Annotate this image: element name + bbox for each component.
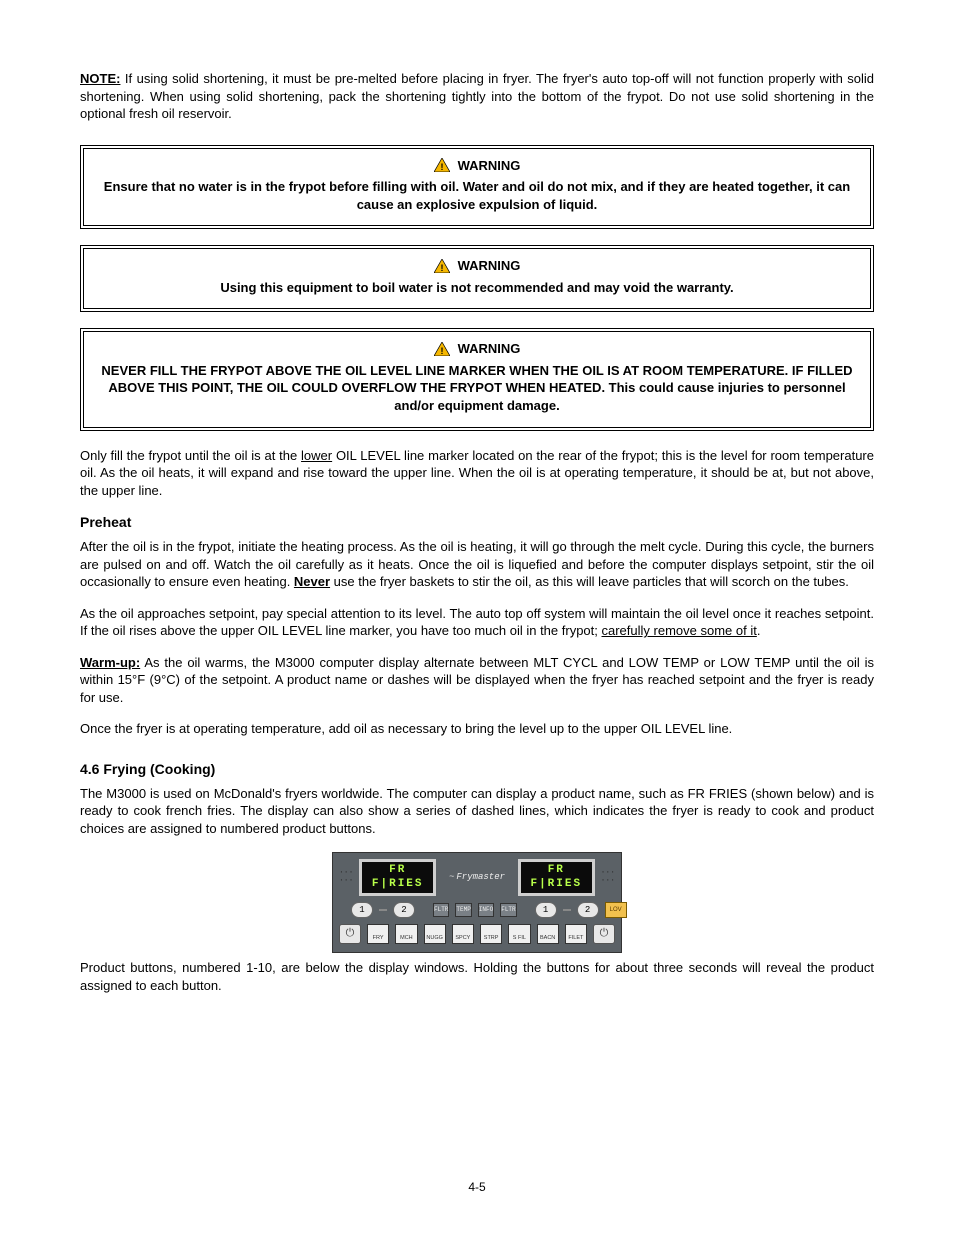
- warning-icon: !: [434, 259, 450, 273]
- preheat-last-para: Once the fryer is at operating temperatu…: [80, 720, 874, 738]
- warmup-text: As the oil warms, the M3000 computer dis…: [80, 655, 874, 705]
- preheat-second-post: .: [757, 623, 761, 638]
- warning-icon: !: [434, 342, 450, 356]
- filter-left-button[interactable]: FLTR: [433, 903, 449, 917]
- warmup-label: Warm-up:: [80, 655, 140, 670]
- product-button-4[interactable]: SPCY: [452, 924, 474, 944]
- intro-text: If using solid shortening, it must be pr…: [80, 71, 874, 121]
- product-button-1[interactable]: FRY: [367, 924, 389, 944]
- m3000-control-panel: ······ FR F|RIES Frymaster FR F|RIES ···…: [332, 852, 622, 954]
- panel-brand: Frymaster: [442, 871, 512, 883]
- warning-text: Using this equipment to boil water is no…: [98, 279, 856, 297]
- warning-box-3: ! WARNING NEVER FILL THE FRYPOT ABOVE TH…: [80, 328, 874, 430]
- product-button-2[interactable]: MCH: [395, 924, 417, 944]
- temp-button[interactable]: TEMP: [455, 903, 471, 917]
- cooking-heading: 4.6 Frying (Cooking): [80, 760, 874, 779]
- power-button-left[interactable]: ⏻: [339, 924, 361, 944]
- warning-text: NEVER FILL THE FRYPOT ABOVE THE OIL LEVE…: [98, 362, 856, 415]
- panel-dots-left: ······: [339, 869, 353, 885]
- page-number: 4-5: [0, 1179, 954, 1195]
- panel-dots-right: ······: [601, 869, 615, 885]
- product-button-7[interactable]: BACN: [537, 924, 559, 944]
- info-button[interactable]: INFO: [478, 903, 494, 917]
- lov-badge: LOV: [605, 902, 627, 918]
- warning-box-2: ! WARNING Using this equipment to boil w…: [80, 245, 874, 312]
- warning-title: WARNING: [458, 257, 521, 275]
- warning-title: WARNING: [458, 340, 521, 358]
- channel-button-1-right[interactable]: 1: [535, 902, 557, 918]
- channel-button-2-left[interactable]: 2: [393, 902, 415, 918]
- fill-line-paragraph: Only fill the frypot until the oil is at…: [80, 447, 874, 500]
- svg-text:!: !: [440, 263, 443, 273]
- preheat-heading: Preheat: [80, 513, 874, 532]
- svg-text:!: !: [440, 346, 443, 356]
- cooking-tail-para: Product buttons, numbered 1-10, are belo…: [80, 959, 874, 994]
- preheat-warmup-para: Warm-up: As the oil warms, the M3000 com…: [80, 654, 874, 707]
- filter-right-button[interactable]: FLTR: [500, 903, 516, 917]
- intro-paragraph: NOTE: If using solid shortening, it must…: [80, 70, 874, 123]
- fill-line-pre: Only fill the frypot until the oil is at…: [80, 448, 301, 463]
- cooking-lead-para: The M3000 is used on McDonald's fryers w…: [80, 785, 874, 838]
- lcd-display-left: FR F|RIES: [359, 859, 436, 897]
- lcd-display-right: FR F|RIES: [518, 859, 595, 897]
- intro-note-label: NOTE:: [80, 71, 120, 86]
- fill-line-lower: lower: [301, 448, 332, 463]
- warning-title: WARNING: [458, 157, 521, 175]
- preheat-never: Never: [294, 574, 330, 589]
- product-button-6[interactable]: S FIL: [508, 924, 530, 944]
- product-button-5[interactable]: STRP: [480, 924, 502, 944]
- power-button-right[interactable]: ⏻: [593, 924, 615, 944]
- preheat-first-para: After the oil is in the frypot, initiate…: [80, 538, 874, 591]
- product-button-8[interactable]: FILET: [565, 924, 587, 944]
- preheat-second-para: As the oil approaches setpoint, pay spec…: [80, 605, 874, 640]
- channel-button-2-right[interactable]: 2: [577, 902, 599, 918]
- warning-box-1: ! WARNING Ensure that no water is in the…: [80, 145, 874, 230]
- bar-icon: [563, 909, 571, 911]
- product-button-3[interactable]: NUGG: [424, 924, 446, 944]
- channel-button-1-left[interactable]: 1: [351, 902, 373, 918]
- warning-icon: !: [434, 158, 450, 172]
- warning-text: Ensure that no water is in the frypot be…: [98, 178, 856, 213]
- preheat-after-never: use the fryer baskets to stir the oil, a…: [330, 574, 849, 589]
- svg-text:!: !: [440, 162, 443, 172]
- preheat-second-underline: carefully remove some of it: [602, 623, 757, 638]
- bar-icon: [379, 909, 387, 911]
